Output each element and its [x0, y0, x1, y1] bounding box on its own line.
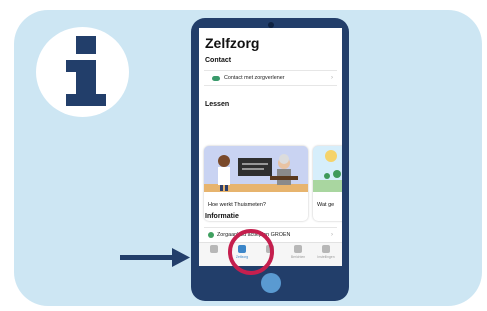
- gear-icon: [322, 245, 330, 253]
- status-dot-icon: [208, 232, 214, 238]
- section-informatie: Informatie: [205, 213, 239, 220]
- tab-instellingen[interactable]: Instellingen: [313, 245, 339, 259]
- cloud-icon: [212, 75, 220, 81]
- tab-label: Instellingen: [317, 255, 335, 259]
- lesson-card[interactable]: Hoe werkt Thuismeten?: [204, 146, 308, 221]
- home-button[interactable]: [261, 273, 281, 293]
- lesson-illustration: [204, 146, 308, 192]
- section-contact: Contact: [205, 57, 232, 64]
- lesson-illustration: [313, 146, 342, 192]
- tab-label: Berichten: [290, 255, 306, 259]
- page-title: Zelfzorg: [205, 35, 260, 51]
- contact-row-label: Contact met zorgverlener: [224, 75, 285, 81]
- tab-home[interactable]: [201, 245, 227, 255]
- phone-screen: Zelfzorg Contact Contact met zorgverlene…: [199, 28, 342, 266]
- lesson-caption: Wat ge: [317, 202, 335, 208]
- tab-berichten[interactable]: Berichten: [285, 245, 311, 259]
- chevron-right-icon: ›: [331, 75, 333, 81]
- chevron-right-icon: ›: [331, 232, 333, 238]
- highlight-ring: [228, 229, 274, 275]
- contact-row[interactable]: Contact met zorgverlener ›: [204, 70, 337, 86]
- home-icon: [210, 245, 218, 253]
- lesson-caption: Hoe werkt Thuismeten?: [208, 202, 266, 208]
- pointer-arrow-icon: [120, 248, 190, 267]
- section-lessen: Lessen: [205, 101, 230, 108]
- info-icon: [66, 36, 106, 106]
- chat-icon: [294, 245, 302, 253]
- lesson-card[interactable]: Wat ge: [313, 146, 342, 221]
